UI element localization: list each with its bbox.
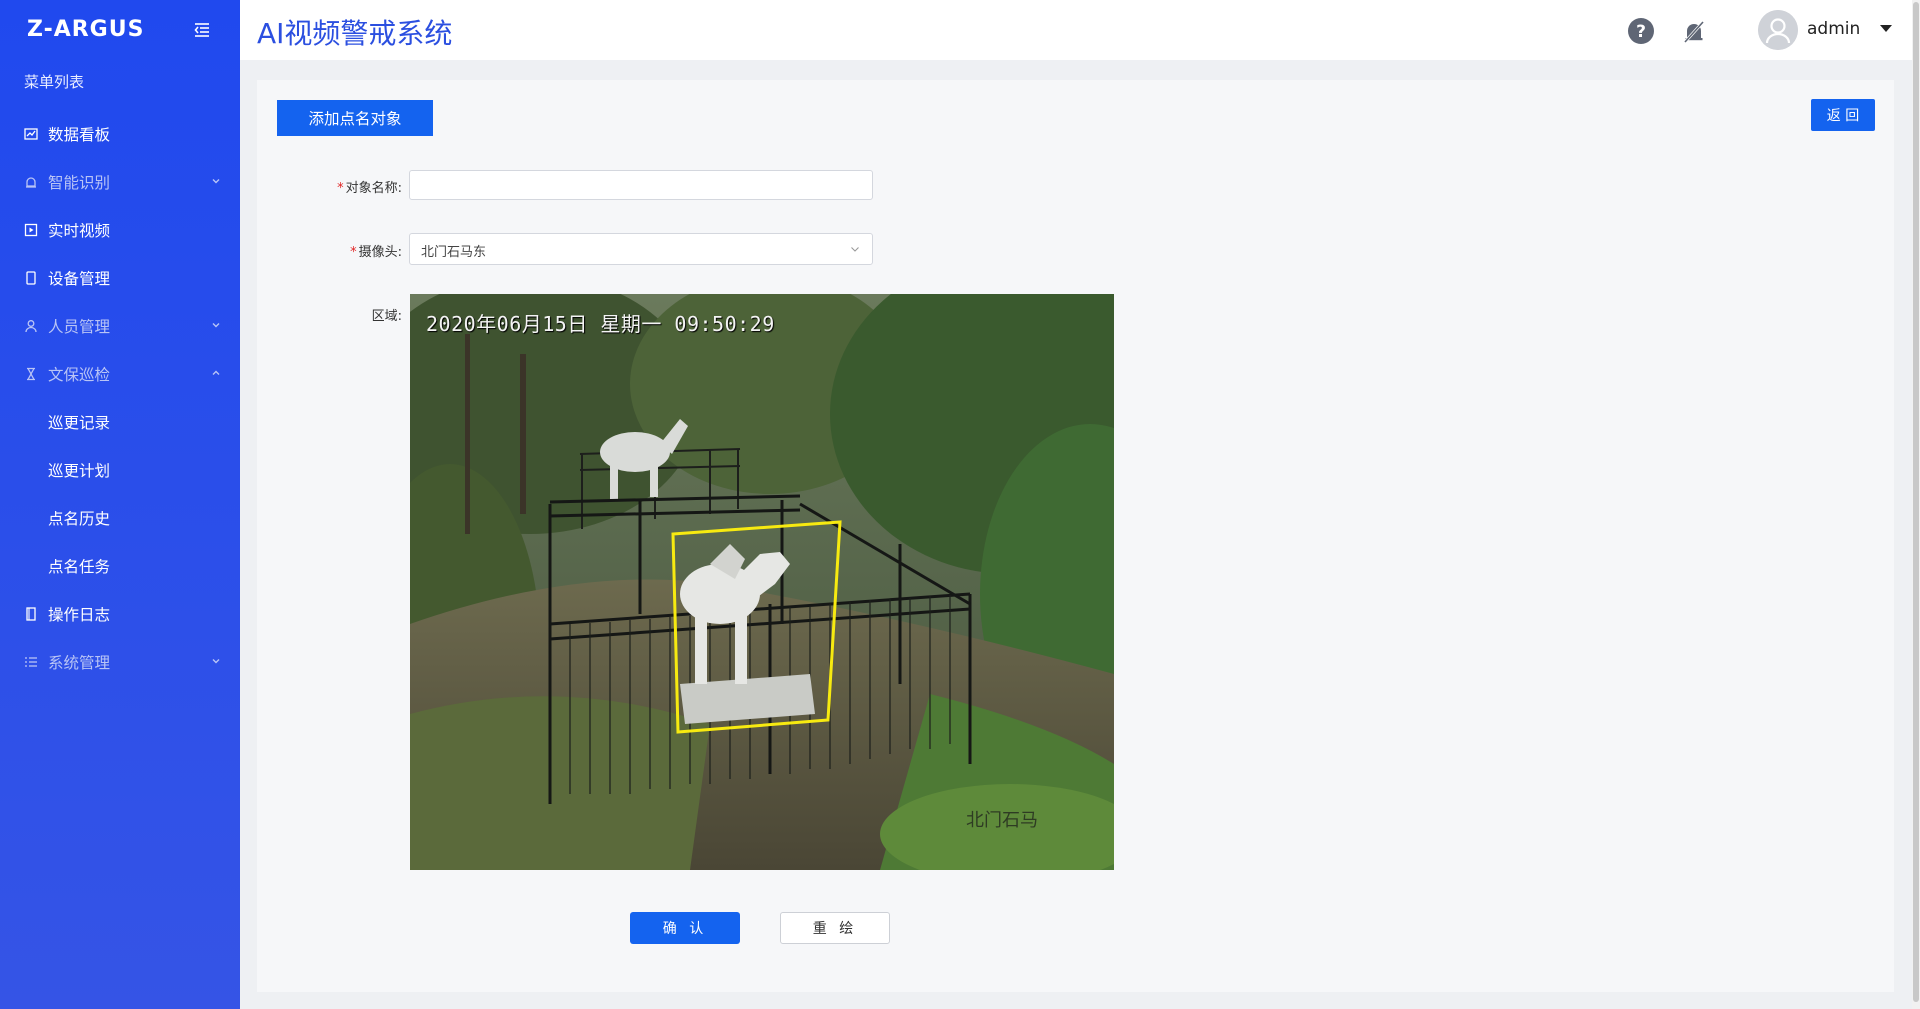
list-icon [25,657,37,667]
osd-camera-name: 北门石马 [966,810,1038,831]
object-name-label: * 对象名称: [282,177,402,196]
alarm-mute-icon[interactable] [1681,19,1707,45]
sidebar-item-label: 智能识别 [48,174,111,192]
caret-down-icon[interactable] [1880,25,1892,32]
sidebar-subitem-patrol-plan[interactable]: 巡更计划 [0,446,240,494]
chevron-up-icon [212,370,220,375]
username[interactable]: admin [1807,19,1860,39]
object-name-label-text: 对象名称: [345,181,402,196]
area-label: 区域: [371,309,402,324]
svg-text:?: ? [1636,22,1646,42]
sidebar-item-personnel-management[interactable]: 人员管理 [0,302,240,350]
redraw-button[interactable]: 重 绘 [780,912,890,944]
logo-row: Z-ARGUS [0,0,240,60]
object-name-input[interactable] [409,170,873,200]
sidebar-item-label: 人员管理 [48,318,111,336]
top-header: AI视频警戒系统 ? admin [240,0,1912,60]
sidebar-item-smart-recognition[interactable]: 智能识别 [0,158,240,206]
sidebar-item-label: 设备管理 [48,270,111,288]
sidebar-item-label: 系统管理 [48,654,111,672]
hourglass-icon [27,367,35,381]
help-icon[interactable]: ? [1627,17,1655,45]
camera-label-text: 摄像头: [358,245,402,260]
chevron-down-icon [851,247,859,252]
page-title: AI视频警戒系统 [257,17,453,50]
sidebar-menu: 数据看板 智能识别 实时视频 设备管理 人员管理 文保巡检 巡更记录 巡更计划 … [0,110,240,686]
sidebar-item-label: 实时视频 [48,222,111,240]
log-icon [26,607,36,621]
menu-collapse-icon[interactable] [192,20,212,40]
sidebar-subitem-rollcall-history[interactable]: 点名历史 [0,494,240,542]
sidebar-subitem-patrol-records[interactable]: 巡更记录 [0,398,240,446]
back-button[interactable]: 返 回 [1811,99,1875,131]
scrollbar-thumb[interactable] [1913,2,1919,1002]
user-avatar-icon [1758,10,1798,50]
menu-title: 菜单列表 [24,73,85,91]
device-icon [26,271,36,285]
sidebar-item-label: 文保巡检 [48,366,111,384]
sidebar-item-dashboard[interactable]: 数据看板 [0,110,240,158]
confirm-button[interactable]: 确 认 [630,912,740,944]
sidebar-item-heritage-patrol[interactable]: 文保巡检 [0,350,240,398]
chevron-down-icon [212,323,220,328]
sidebar-item-live-video[interactable]: 实时视频 [0,206,240,254]
camera-snapshot-image [410,294,1114,870]
sidebar: Z-ARGUS 菜单列表 数据看板 智能识别 实时视频 设备管理 人员管理 文保… [0,0,240,1009]
chevron-down-icon [212,659,220,664]
add-rollcall-object-button[interactable]: 添加点名对象 [277,100,433,136]
camera-select[interactable]: 北门石马东 [409,233,873,265]
sidebar-item-operation-log[interactable]: 操作日志 [0,590,240,638]
sidebar-subitem-rollcall-task[interactable]: 点名任务 [0,542,240,590]
camera-select-value: 北门石马东 [421,245,487,260]
camera-snapshot-canvas[interactable]: 2020年06月15日 星期一 09:50:29 北门石马 [410,294,1114,870]
camera-label: * 摄像头: [282,241,402,260]
osd-timestamp: 2020年06月15日 星期一 09:50:29 [426,312,775,336]
sidebar-item-label: 数据看板 [48,126,111,144]
required-mark: * [350,245,357,260]
sidebar-item-system-management[interactable]: 系统管理 [0,638,240,686]
chart-icon [24,128,38,140]
alarm-icon [26,177,36,188]
sidebar-item-label: 操作日志 [48,606,111,624]
video-icon [24,223,38,237]
avatar[interactable] [1758,10,1798,50]
content-card: 添加点名对象 返 回 * 对象名称: * 摄像头: 北门石马东 区域: 2020… [257,80,1894,992]
chevron-down-icon [212,179,220,184]
user-icon [25,320,37,333]
required-mark: * [337,181,344,196]
sidebar-item-device-management[interactable]: 设备管理 [0,254,240,302]
app-logo: Z-ARGUS [27,17,145,42]
